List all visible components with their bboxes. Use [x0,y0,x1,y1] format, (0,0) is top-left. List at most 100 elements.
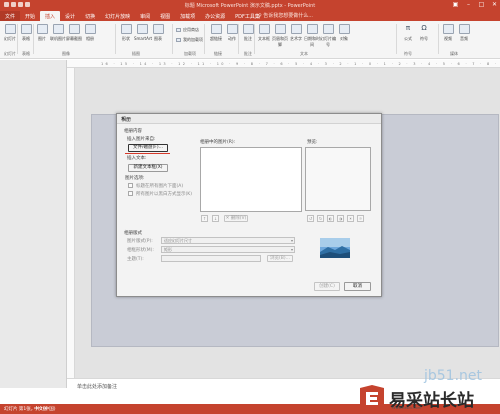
ribbon-button-6[interactable]: 形状 [118,24,134,42]
ribbon-button-label: 幻灯片 [4,36,16,41]
tab-1[interactable]: 开始 [20,11,40,21]
brightness-up-icon[interactable]: ☀ [347,215,354,222]
album-layout-heading: 相册版式 [124,231,142,236]
ribbon-button-label: 图表 [154,36,162,41]
move-down-button[interactable]: ↓ [212,215,219,222]
window-controls: ▣ – □ ✕ [452,1,498,8]
picture-layout-select[interactable]: 适应幻灯片尺寸 ▾ [161,237,295,244]
tab-0[interactable]: 文件 [0,11,21,21]
black-white-checkbox[interactable] [128,191,133,196]
captions-checkbox[interactable] [128,183,133,188]
tab-5[interactable]: 幻灯片放映 [100,11,135,21]
cancel-button[interactable]: 取消 [344,282,371,291]
remove-button[interactable]: ✕ 删除(V) [224,215,248,222]
datetime-icon [306,24,318,34]
ribbon-tabs: 文件 开始 插入 设计 切换 幻灯片放映 审阅 视图 加载项 办公资源 PDF工具集 [0,10,500,21]
ribbon-divider [438,24,439,54]
ribbon-button-4[interactable]: 屏幕截图 [66,24,82,42]
rotate-left-icon[interactable]: ↺ [307,215,314,222]
contrast-down-icon[interactable]: ◑ [337,215,344,222]
ribbon-button-label: 动作 [228,36,236,41]
maximize-icon[interactable]: □ [478,1,485,8]
create-button[interactable]: 创建(C) [314,282,340,291]
brightness-down-icon[interactable]: ☼ [357,215,364,222]
ribbon-button-17[interactable]: 对象 [336,24,352,42]
video-icon [442,24,454,34]
ribbon-button-1[interactable]: 表格 [18,24,34,42]
close-icon[interactable]: ✕ [121,116,378,122]
ribbon-button-5[interactable]: 相册 [82,24,98,42]
chart-icon [152,24,164,34]
tab-7[interactable]: 视图 [155,11,175,21]
watermark-sub: Www.Easck.Com [392,406,422,410]
screenshot-icon [68,24,80,34]
insert-picture-label: 插入图片来自: [127,137,156,142]
ribbon-divider [238,24,239,54]
addins-icon [176,38,181,42]
symbol-icon: Ω [421,24,427,32]
contrast-up-icon[interactable]: ◐ [327,215,334,222]
album-content-heading: 相册内容 [124,129,142,134]
album-icon [84,24,96,34]
tab-2[interactable]: 插入 [40,11,61,21]
tab-4[interactable]: 切换 [80,11,100,21]
ribbon-button-16[interactable]: 幻灯片编号 [320,24,336,48]
ribbon-button-label: 联机图片 [50,36,66,41]
new-slide-icon [4,24,16,34]
store-icon [176,28,181,32]
ribbon-button-label: 视频 [444,36,452,41]
tab-8[interactable]: 加载项 [175,11,200,21]
ribbon-group-label: 加载项 [184,51,196,56]
ribbon-button-label: 音频 [460,36,468,41]
header-footer-icon [274,24,286,34]
tab-9[interactable]: 办公资源 [200,11,230,21]
new-textbox-button[interactable]: 新建文本框(X) [128,164,168,172]
close-icon[interactable]: ✕ [491,1,498,8]
my-addins-button[interactable]: 我的加载项 [176,37,203,43]
tab-3[interactable]: 设计 [60,11,80,21]
store-button[interactable]: 应用商店 [176,27,199,33]
ribbon-button-8[interactable]: 图表 [150,24,166,42]
ribbon-button-12[interactable]: 文本框 [256,24,272,42]
preview-label: 预览: [307,140,318,145]
ribbon-button-18[interactable]: π 公式 [400,24,416,42]
ribbon-button-20[interactable]: 视频 [440,24,456,42]
browse-button[interactable]: 浏览(B)... [267,255,293,262]
theme-input[interactable] [161,255,261,262]
highlight-underline [125,153,170,154]
hyperlink-icon [210,24,222,34]
dialog-title-bar: 相册 ✕ [117,114,381,124]
horizontal-ruler: 16 · 15 · 14 · 13 · 12 · 11 · 10 · 9 · 8… [67,60,500,68]
language-indicator[interactable]: 中文(中国) [34,406,56,412]
ribbon-button-label: 文本框 [258,36,270,41]
ribbon-button-13[interactable]: 页眉和页脚 [272,24,288,48]
ribbon-display-icon[interactable]: ▣ [452,1,459,8]
tell-me-search[interactable]: ♀ 告诉我您想要做什么... [258,12,313,19]
ribbon-divider [33,24,34,54]
ribbon-button-2[interactable]: 图片 [34,24,50,42]
ribbon: 应用商店 我的加载项 幻灯片 表格 图片 联机图片 屏幕截图 相册 形状 SmartArt 图表… [0,21,500,59]
vertical-ruler [67,68,75,378]
minimize-icon[interactable]: – [465,1,472,8]
ribbon-button-15[interactable]: 日期和时间 [304,24,320,48]
ribbon-button-9[interactable]: 超链接 [208,24,224,42]
object-icon [338,24,350,34]
ribbon-button-3[interactable]: 联机图片 [50,24,66,42]
move-up-button[interactable]: ↑ [201,215,208,222]
ribbon-button-19[interactable]: Ω 符号 [416,24,432,42]
ribbon-button-14[interactable]: 艺术字 [288,24,304,42]
file-disk-button[interactable]: 文件/磁盘(F)... [128,144,168,152]
shapes-icon [120,24,132,34]
ribbon-button-0[interactable]: 幻灯片 [2,24,18,42]
ribbon-group-label: 链接 [214,51,222,56]
slide-thumbnail-pane[interactable] [0,60,67,388]
ribbon-button-label: 批注 [244,36,252,41]
ribbon-button-7[interactable]: SmartArt [134,24,152,41]
tab-6[interactable]: 审阅 [135,11,155,21]
ribbon-button-label: 幻灯片编号 [320,36,336,47]
frame-shape-select[interactable]: 矩形 ▾ [161,246,295,253]
ribbon-button-21[interactable]: 音频 [456,24,472,42]
pictures-list[interactable] [200,147,302,212]
rotate-right-icon[interactable]: ↻ [317,215,324,222]
insert-text-label: 插入文本: [127,156,147,161]
